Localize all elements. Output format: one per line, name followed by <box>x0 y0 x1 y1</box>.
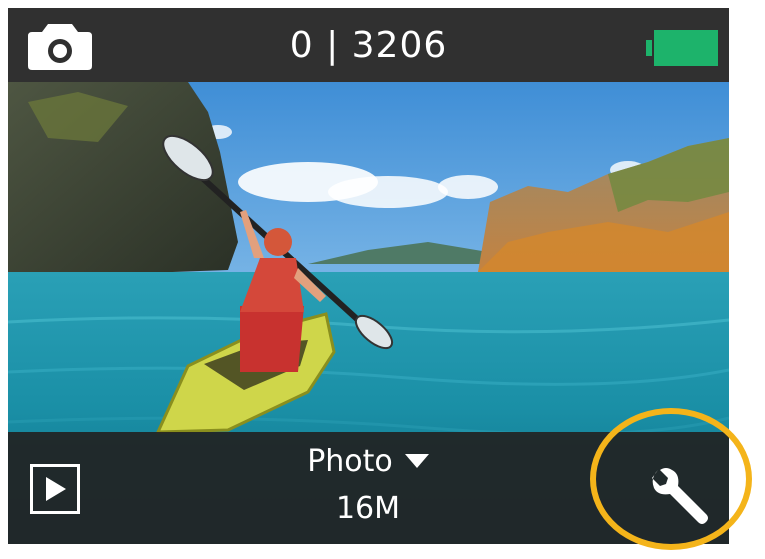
shot-counter: 0 | 3206 <box>289 24 448 66</box>
triangle-down-icon <box>404 454 429 468</box>
playback-button[interactable] <box>30 464 80 514</box>
battery-icon <box>646 30 718 66</box>
status-bar: 0 | 3206 <box>8 8 729 82</box>
play-icon <box>46 477 66 501</box>
mode-label: Photo <box>307 443 393 479</box>
settings-highlight-ring <box>590 408 752 550</box>
resolution-label: 16M <box>335 490 401 526</box>
mode-selector[interactable]: Photo <box>258 438 478 484</box>
